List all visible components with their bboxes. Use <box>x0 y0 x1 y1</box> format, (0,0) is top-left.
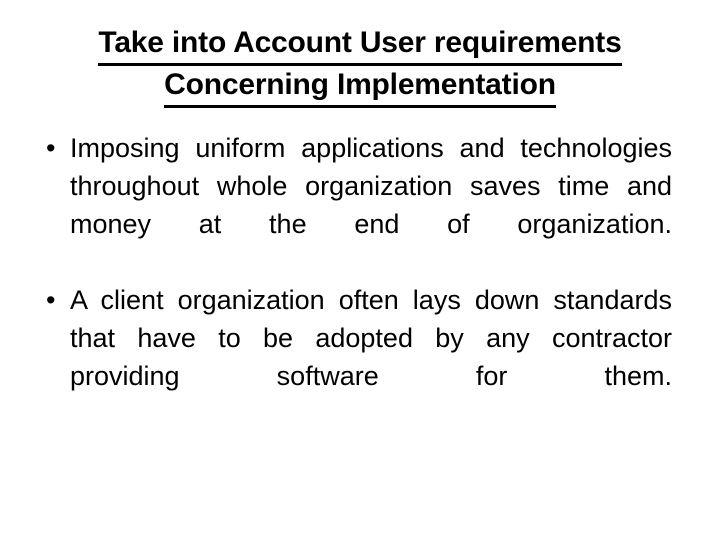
slide-title: Take into Account User requirements Conc… <box>0 24 720 108</box>
title-line-1-text: Take into Account User requirements <box>98 24 622 66</box>
bullet-text: A client organization often lays down st… <box>70 285 672 391</box>
bullet-item: • Imposing uniform applications and tech… <box>40 129 672 281</box>
bullet-marker-icon: • <box>46 285 56 315</box>
bullet-item: • A client organization often lays down … <box>40 281 672 433</box>
slide-canvas: Take into Account User requirements Conc… <box>0 0 720 540</box>
title-line-2: Concerning Implementation <box>20 66 700 108</box>
slide-body: • Imposing uniform applications and tech… <box>40 129 672 433</box>
bullet-marker-icon: • <box>46 133 56 163</box>
title-line-2-text: Concerning Implementation <box>164 66 556 108</box>
bullet-text: Imposing uniform applications and techno… <box>70 133 672 239</box>
title-line-1: Take into Account User requirements <box>20 24 700 66</box>
